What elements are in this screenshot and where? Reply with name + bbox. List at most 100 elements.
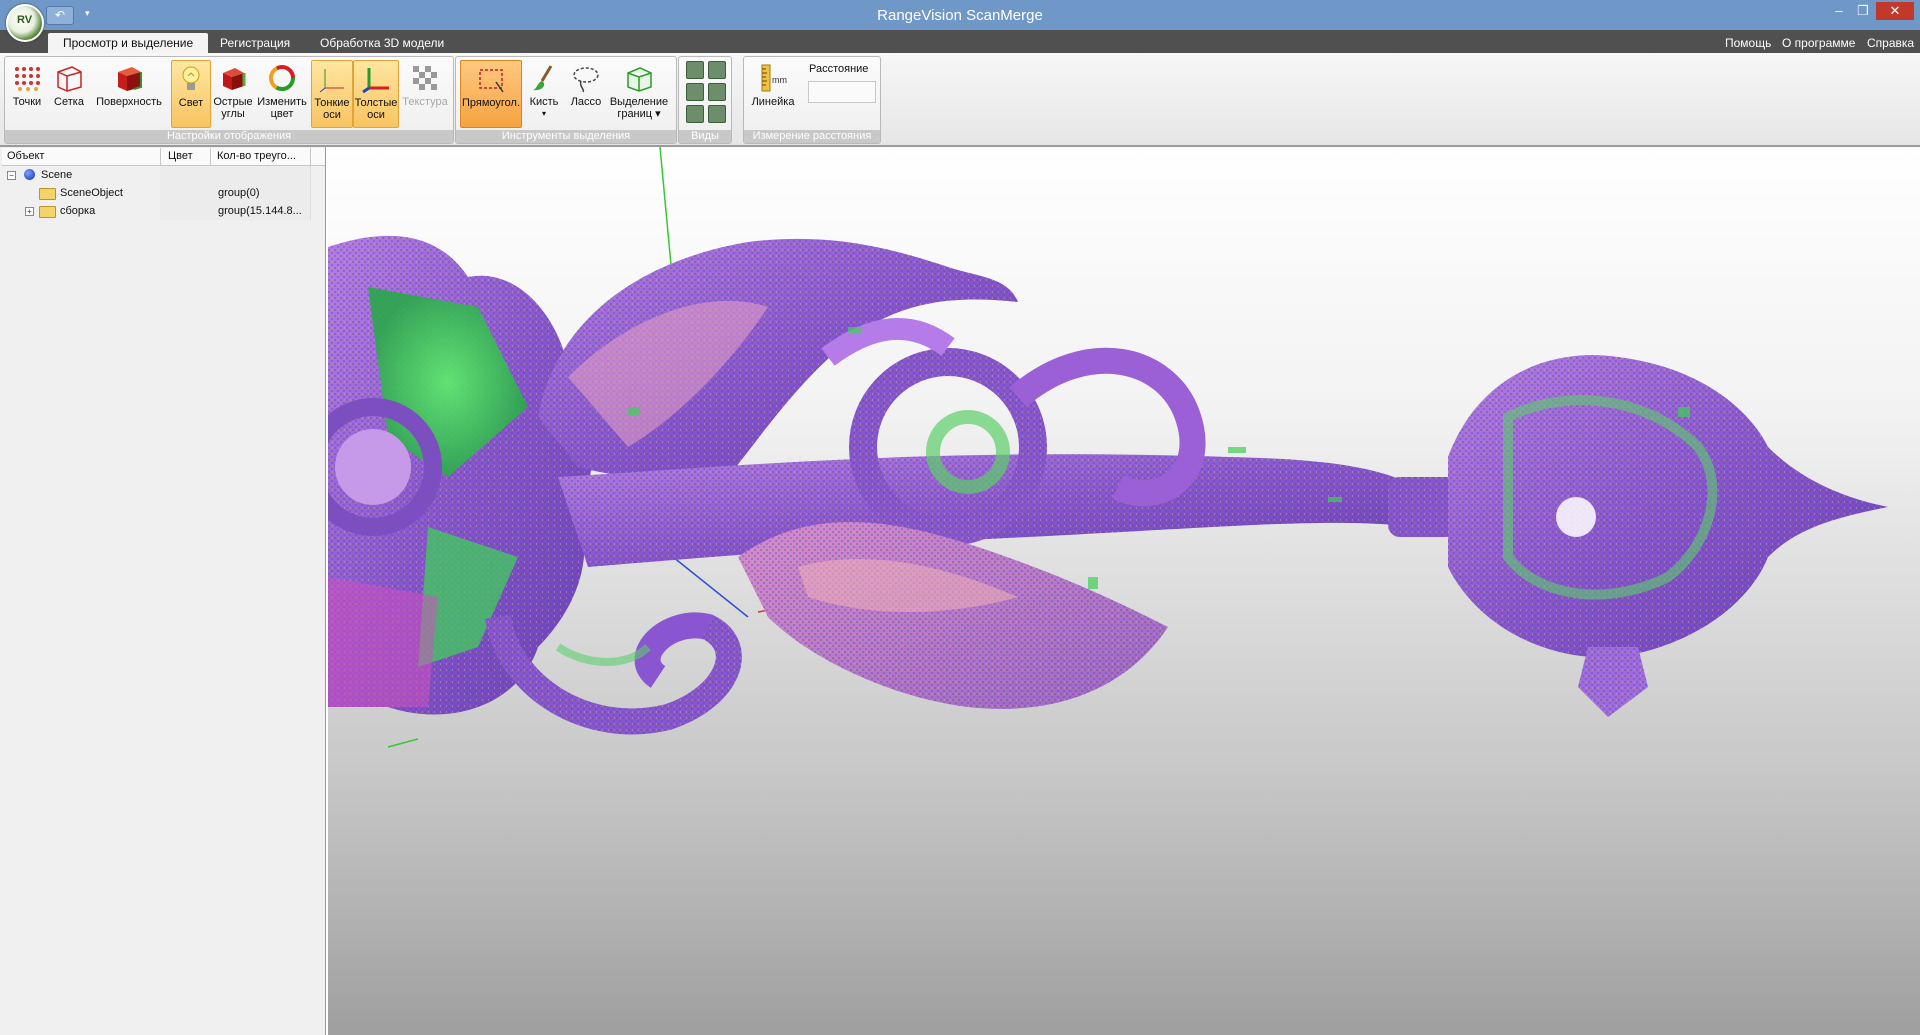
- brush-button[interactable]: Кисть ▾: [526, 60, 562, 126]
- brush-label: Кисть: [529, 96, 559, 108]
- view-bottom-icon[interactable]: [708, 105, 726, 123]
- measure-group-caption: Измерение расстояния: [744, 130, 880, 143]
- view-front-icon[interactable]: [686, 61, 704, 79]
- change-color-button[interactable]: Изменить цвет: [257, 60, 307, 126]
- surface-label: Поверхность: [96, 96, 162, 108]
- ruler-label: Линейка: [751, 96, 795, 108]
- tree-row-count: group(15.144.8...: [218, 205, 302, 217]
- close-button[interactable]: ✕: [1876, 2, 1914, 20]
- thin-axes-label-1: Тонкие: [314, 97, 350, 109]
- title-bar: ↶ ▾ RangeVision ScanMerge – ❐ ✕: [0, 0, 1920, 30]
- border-select-label-1: Выделение: [609, 96, 669, 108]
- brush-dropdown-icon[interactable]: ▾: [526, 108, 562, 120]
- mesh-icon: [54, 63, 84, 93]
- display-group-caption: Настройки отображения: [5, 130, 453, 143]
- maximize-button[interactable]: ❐: [1852, 2, 1874, 20]
- 3d-viewport[interactable]: [328, 147, 1920, 1035]
- tab-view-selection[interactable]: Просмотр и выделение: [48, 33, 209, 53]
- rectangle-select-label: Прямоугол.: [461, 97, 521, 109]
- change-color-label-1: Изменить: [257, 96, 307, 108]
- view-left-icon[interactable]: [686, 83, 704, 101]
- light-label: Свет: [178, 97, 204, 109]
- tree-row-label: SceneObject: [60, 187, 123, 199]
- thin-axes-label-2: оси: [323, 109, 341, 121]
- thick-axes-label-1: Толстые: [354, 97, 398, 109]
- texture-button[interactable]: Текстура: [401, 60, 449, 126]
- column-color[interactable]: Цвет: [168, 150, 193, 162]
- views-group-caption: Виды: [679, 130, 731, 143]
- lasso-button[interactable]: Лассо: [568, 60, 604, 126]
- tree-header: Объект Цвет Кол-во треуго...: [2, 148, 325, 166]
- thin-axes-icon: [317, 64, 347, 94]
- border-select-button[interactable]: Выделение границ ▾: [608, 60, 670, 126]
- ribbon-tab-bar: Просмотр и выделение Регистрация Обработ…: [0, 30, 1920, 53]
- tab-3d-processing[interactable]: Обработка 3D модели: [305, 33, 459, 53]
- app-logo-button[interactable]: RV: [6, 4, 44, 42]
- sharp-edges-icon: [218, 63, 248, 93]
- group-views: Виды: [678, 56, 732, 144]
- scanned-model-render: [328, 147, 1888, 748]
- selection-group-caption: Инструменты выделения: [456, 130, 676, 143]
- ruler-unit: mm: [772, 75, 787, 85]
- collapse-icon[interactable]: −: [7, 171, 16, 180]
- thick-axes-label-2: оси: [367, 109, 385, 121]
- column-divider[interactable]: [160, 148, 161, 165]
- window-title: RangeVision ScanMerge: [877, 7, 1043, 24]
- change-color-icon: [267, 63, 297, 93]
- distance-value-field[interactable]: [808, 81, 876, 103]
- tree-row-label: Scene: [41, 169, 73, 181]
- ruler-icon: mm: [758, 63, 788, 93]
- brush-icon: [529, 63, 559, 93]
- column-object[interactable]: Объект: [7, 150, 44, 162]
- tree-row-assembly[interactable]: + сборка group(15.144.8...: [2, 202, 325, 220]
- sharp-edges-label-1: Острые: [213, 96, 253, 108]
- rectangle-select-icon: [476, 64, 506, 94]
- folder-icon: [39, 188, 56, 200]
- group-selection-tools: Прямоугол. Кисть ▾ Лассо Выделение грани…: [455, 56, 677, 144]
- view-right-icon[interactable]: [708, 83, 726, 101]
- column-divider[interactable]: [310, 148, 311, 165]
- tree-row-scene[interactable]: − Scene: [2, 166, 325, 184]
- surface-button[interactable]: Поверхность: [93, 60, 165, 126]
- texture-icon: [410, 63, 440, 93]
- texture-label: Текстура: [402, 96, 448, 108]
- thin-axes-button[interactable]: Тонкие оси: [311, 60, 353, 128]
- mesh-label: Сетка: [54, 96, 84, 108]
- scene-sphere-icon: [24, 169, 35, 180]
- border-select-label-2: границ ▾: [617, 108, 661, 120]
- tree-row-label: сборка: [60, 205, 96, 217]
- group-display-settings: Точки Сетка Поверхность Свет Острые углы…: [4, 56, 454, 144]
- column-divider[interactable]: [210, 148, 211, 165]
- change-color-label-2: цвет: [270, 108, 294, 120]
- sharp-edges-button[interactable]: Острые углы: [213, 60, 253, 126]
- app-logo-text: RV: [17, 14, 33, 26]
- lasso-icon: [571, 63, 601, 93]
- thick-axes-icon: [361, 64, 391, 94]
- surface-icon: [114, 63, 144, 93]
- reference-link[interactable]: Справка: [1867, 33, 1914, 53]
- light-button[interactable]: Свет: [171, 60, 211, 128]
- column-triangle-count[interactable]: Кол-во треуго...: [217, 150, 296, 162]
- mesh-button[interactable]: Сетка: [51, 60, 87, 126]
- border-select-icon: [624, 63, 654, 93]
- points-label: Точки: [12, 96, 42, 108]
- minimize-button[interactable]: –: [1828, 2, 1850, 20]
- view-back-icon[interactable]: [708, 61, 726, 79]
- folder-icon: [39, 206, 56, 218]
- expand-icon[interactable]: +: [25, 207, 34, 216]
- ruler-button[interactable]: mm Линейка: [748, 60, 798, 126]
- about-link[interactable]: О программе: [1782, 33, 1855, 53]
- light-bulb-icon: [176, 64, 206, 94]
- thick-axes-button[interactable]: Толстые оси: [353, 60, 399, 128]
- points-button[interactable]: Точки: [9, 60, 45, 126]
- tree-row-sceneobject[interactable]: SceneObject group(0): [2, 184, 325, 202]
- view-top-icon[interactable]: [686, 105, 704, 123]
- scene-tree-panel: Объект Цвет Кол-во треуго... − Scene Sce…: [0, 147, 326, 1035]
- lasso-label: Лассо: [570, 96, 602, 108]
- ribbon: Точки Сетка Поверхность Свет Острые углы…: [0, 53, 1920, 147]
- distance-label: Расстояние: [809, 63, 869, 75]
- rectangle-select-button[interactable]: Прямоугол.: [460, 60, 522, 128]
- tab-registration[interactable]: Регистрация: [205, 33, 305, 53]
- tree-row-count: group(0): [218, 187, 260, 199]
- help-link[interactable]: Помощь: [1725, 33, 1771, 53]
